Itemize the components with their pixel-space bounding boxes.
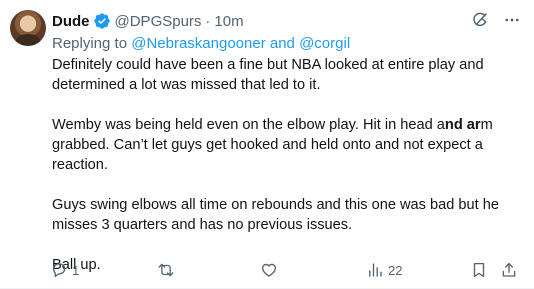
- bookmark-icon: [473, 262, 485, 278]
- retweet-icon: [158, 263, 174, 277]
- retweet-button[interactable]: [156, 258, 180, 282]
- replying-conjunction: and: [269, 35, 295, 52]
- text-line: misses 3 quarters and has no previous is…: [52, 217, 353, 233]
- text-line: Guys swing elbows all time on rebounds a…: [52, 197, 499, 213]
- text-line: determined a lot was missed that led to …: [52, 77, 321, 93]
- mention-link[interactable]: @corgil: [299, 35, 350, 52]
- reply-button[interactable]: 1: [50, 258, 79, 282]
- tweet[interactable]: Dude @DPGSpurs · 10m Replying to @Nebras…: [0, 0, 534, 289]
- tweet-actions: 1 22: [48, 258, 524, 282]
- reply-icon: [53, 263, 66, 278]
- mention-link[interactable]: @Nebraskangooner: [131, 35, 265, 52]
- like-button[interactable]: [260, 258, 282, 282]
- heart-icon: [261, 263, 277, 277]
- text-line: Definitely could have been a fine but NB…: [52, 57, 484, 73]
- avatar[interactable]: [10, 10, 46, 46]
- text-line: Wemby was being held even on the elbow p…: [52, 117, 445, 133]
- paragraph: Definitely could have been a fine but NB…: [52, 55, 518, 95]
- paragraph: Wemby was being held even on the elbow p…: [52, 115, 518, 175]
- views-count: 22: [388, 262, 403, 278]
- more-icon[interactable]: [502, 10, 522, 30]
- text-line: m: [480, 117, 493, 133]
- replying-to: Replying to @Nebraskangooner and @corgil: [52, 35, 350, 52]
- verified-badge-icon[interactable]: [93, 12, 111, 30]
- share-icon: [502, 262, 516, 277]
- tweet-top-actions: [470, 10, 522, 30]
- views-chart-icon: [369, 263, 382, 277]
- bookmark-button[interactable]: [470, 258, 488, 282]
- tweet-text: Definitely could have been a fine but NB…: [52, 55, 518, 275]
- replying-prefix: Replying to: [52, 35, 128, 52]
- paragraph: Guys swing elbows all time on rebounds a…: [52, 195, 518, 235]
- views-button[interactable]: 22: [366, 258, 402, 282]
- text-line: grabbed. Can’t let guys get hooked and h…: [52, 137, 483, 153]
- author-handle[interactable]: @DPGSpurs: [115, 13, 202, 30]
- bold-text: nd ar: [444, 117, 481, 133]
- tweet-header: Dude @DPGSpurs · 10m: [52, 11, 244, 31]
- grok-icon[interactable]: [470, 10, 490, 30]
- reply-count: 1: [72, 262, 80, 278]
- text-line: reaction.: [52, 157, 108, 173]
- share-button[interactable]: [500, 258, 518, 282]
- separator-dot: ·: [205, 12, 211, 30]
- timestamp[interactable]: 10m: [214, 13, 243, 30]
- author-name[interactable]: Dude: [52, 13, 90, 30]
